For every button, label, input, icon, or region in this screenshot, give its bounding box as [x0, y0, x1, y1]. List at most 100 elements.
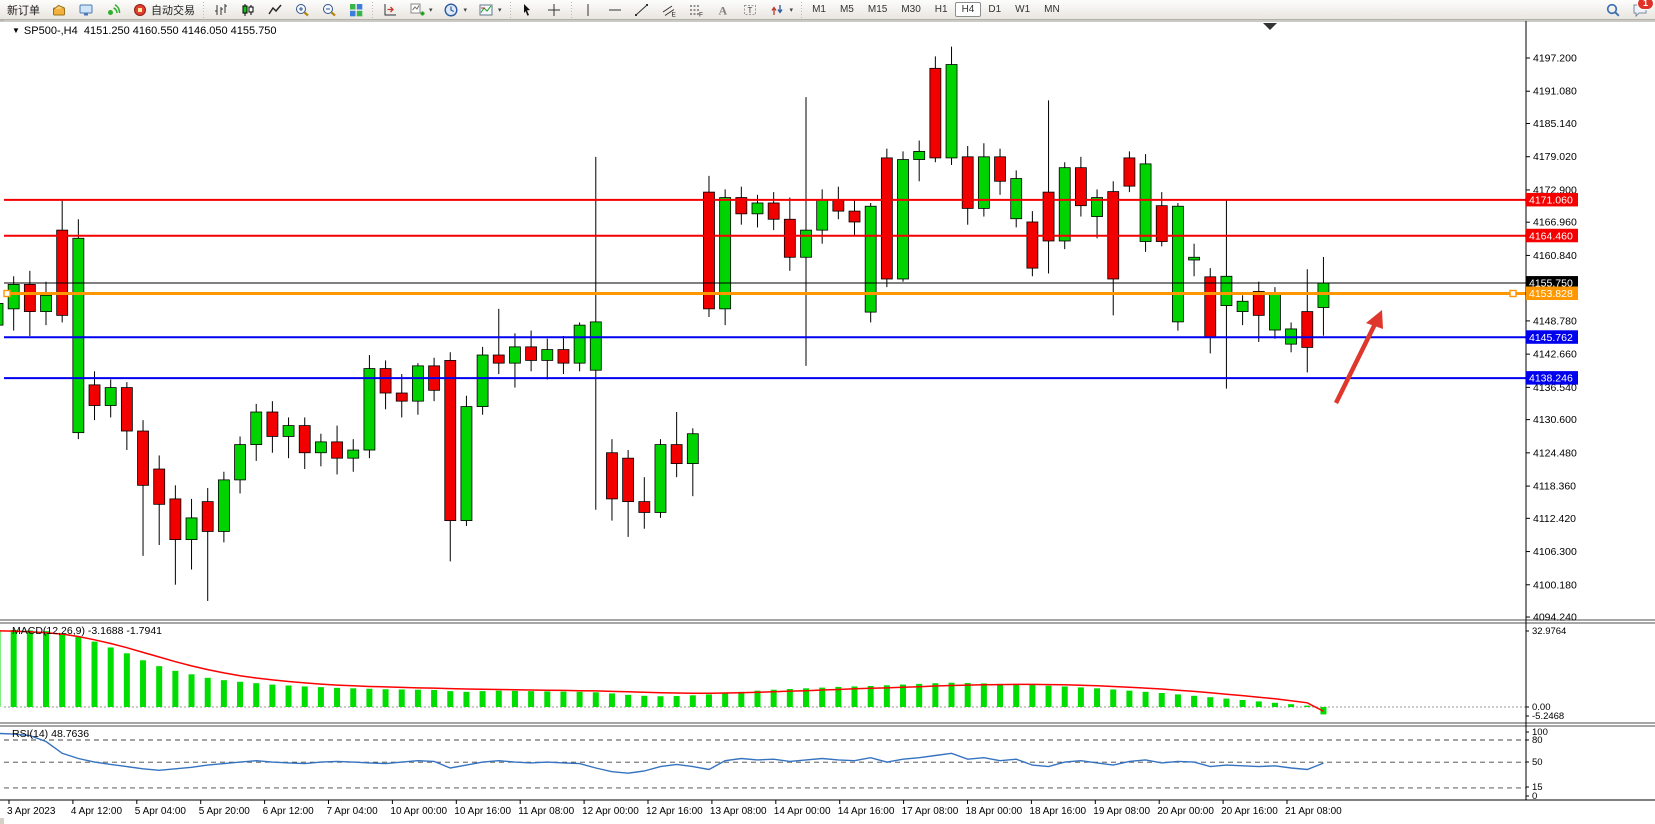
time-axis-label: 20 Apr 16:00 [1221, 806, 1278, 817]
text-icon[interactable]: A [710, 0, 737, 20]
tile-windows-icon[interactable] [342, 0, 369, 20]
notification-badge: 1 [1637, 0, 1654, 10]
new-order-button[interactable]: 新订单 [2, 0, 45, 20]
cursor-icon[interactable] [514, 0, 541, 20]
macd-histogram-bar [1143, 692, 1149, 707]
trendline-handle[interactable] [1510, 290, 1516, 296]
candle-body [703, 192, 714, 309]
crosshair-icon-glyph [546, 1, 563, 18]
candle-body [396, 393, 407, 401]
candle-body [364, 369, 375, 450]
autotrading-button-glyph [131, 1, 148, 18]
add-indicator-icon[interactable]: ▾ [403, 0, 438, 20]
timeframe-button-mn[interactable]: MN [1037, 2, 1067, 17]
trendline-icon[interactable] [629, 0, 656, 20]
autotrading-button[interactable]: 自动交易 [126, 0, 200, 20]
horizontal-line-icon-glyph [607, 1, 624, 18]
chart-window[interactable]: 4197.2004191.0804185.1404179.0204172.900… [0, 20, 1655, 824]
bar-chart-icon[interactable] [207, 0, 234, 20]
macd-histogram-bar [140, 660, 146, 707]
add-indicator-icon-dropdown-icon[interactable]: ▾ [429, 6, 433, 14]
template-icon[interactable]: ▾ [472, 0, 507, 20]
candle-body [412, 366, 423, 401]
candle-body [881, 158, 892, 279]
text-label-icon[interactable]: T [737, 0, 764, 20]
candle-body [57, 230, 68, 315]
vertical-line-icon[interactable] [575, 0, 602, 20]
macd-histogram-bar [1046, 686, 1052, 707]
arrow-objects-icon-dropdown-icon[interactable]: ▾ [790, 6, 794, 14]
search-icon[interactable] [1599, 0, 1626, 20]
trendline-handle[interactable] [4, 290, 10, 296]
candle-body [606, 453, 617, 499]
symbol-dropdown-icon[interactable]: ▼ [12, 26, 20, 35]
macd-histogram-bar [269, 685, 275, 707]
market-watch-icon[interactable] [45, 0, 72, 20]
fibonacci-icon-glyph: F [688, 1, 705, 18]
price-level-label: 4171.060 [1529, 194, 1573, 206]
macd-histogram-bar [463, 692, 469, 707]
timeframe-button-m1[interactable]: M1 [805, 2, 833, 17]
macd-histogram-bar [690, 695, 696, 707]
timeframe-button-w1[interactable]: W1 [1008, 2, 1037, 17]
timeframe-button-m30[interactable]: M30 [894, 2, 927, 17]
candlestick-chart-icon[interactable] [234, 0, 261, 20]
macd-histogram-bar [1240, 700, 1246, 707]
macd-axis-label: -5.2468 [1532, 711, 1564, 722]
zoom-out-icon-glyph [320, 1, 337, 18]
candle-body [89, 385, 100, 406]
horizontal-line-icon[interactable] [602, 0, 629, 20]
candle-body [849, 211, 860, 222]
timeframe-button-m5[interactable]: M5 [833, 2, 861, 17]
zoom-out-icon[interactable] [315, 0, 342, 20]
news-signal-icon[interactable] [99, 0, 126, 20]
text-label-icon-glyph: T [742, 1, 759, 18]
equidistant-channel-icon-glyph: E [661, 1, 678, 18]
crosshair-icon[interactable] [541, 0, 568, 20]
line-chart-icon[interactable] [261, 0, 288, 20]
timeframe-button-h4[interactable]: H4 [955, 2, 982, 17]
macd-histogram-bar [318, 687, 324, 707]
price-axis-tick-label: 4094.240 [1533, 612, 1577, 624]
candle-body [299, 426, 310, 453]
timeframe-button-d1[interactable]: D1 [981, 2, 1008, 17]
macd-histogram-bar [1159, 693, 1165, 707]
candle-body [332, 442, 343, 458]
period-clock-icon[interactable]: ▾ [438, 0, 473, 20]
zoom-in-icon[interactable] [288, 0, 315, 20]
candle-body [121, 388, 132, 431]
candle-body [671, 445, 682, 464]
macd-histogram-bar [1062, 686, 1068, 707]
candle-body [946, 65, 957, 158]
time-axis-label: 19 Apr 08:00 [1093, 806, 1150, 817]
auto-scroll-shift-icon[interactable] [376, 0, 403, 20]
price-chart-canvas[interactable]: 4197.2004191.0804185.1404179.0204172.900… [0, 20, 1655, 824]
candle-body [1140, 164, 1151, 242]
timeframe-button-m15[interactable]: M15 [861, 2, 894, 17]
arrow-objects-icon[interactable]: ▾ [764, 0, 799, 20]
candle-body [623, 458, 634, 501]
timeframe-button-h1[interactable]: H1 [928, 2, 955, 17]
price-axis-tick-label: 4166.960 [1533, 217, 1577, 229]
chat-notifications-icon[interactable]: 1 [1626, 0, 1653, 20]
price-axis-tick-label: 4197.200 [1533, 53, 1577, 65]
candle-body [251, 412, 262, 445]
price-axis-tick-label: 4142.660 [1533, 349, 1577, 361]
terminal-icon[interactable] [72, 0, 99, 20]
time-axis-label: 20 Apr 00:00 [1157, 806, 1214, 817]
time-axis-label: 12 Apr 16:00 [646, 806, 703, 817]
toolbar-separator [510, 2, 511, 18]
svg-text:T: T [748, 6, 753, 15]
candle-body [1189, 257, 1200, 260]
add-indicator-icon-glyph [408, 1, 425, 18]
terminal-icon-glyph [77, 1, 94, 18]
fibonacci-icon[interactable]: F [683, 0, 710, 20]
candle-body [477, 355, 488, 407]
news-signal-icon-glyph [104, 1, 121, 18]
template-icon-dropdown-icon[interactable]: ▾ [498, 6, 502, 14]
equidistant-channel-icon[interactable]: E [656, 0, 683, 20]
time-axis-label: 6 Apr 12:00 [263, 806, 315, 817]
period-clock-icon-dropdown-icon[interactable]: ▾ [464, 6, 468, 14]
macd-histogram-bar [59, 633, 65, 707]
candle-body [1237, 301, 1248, 311]
